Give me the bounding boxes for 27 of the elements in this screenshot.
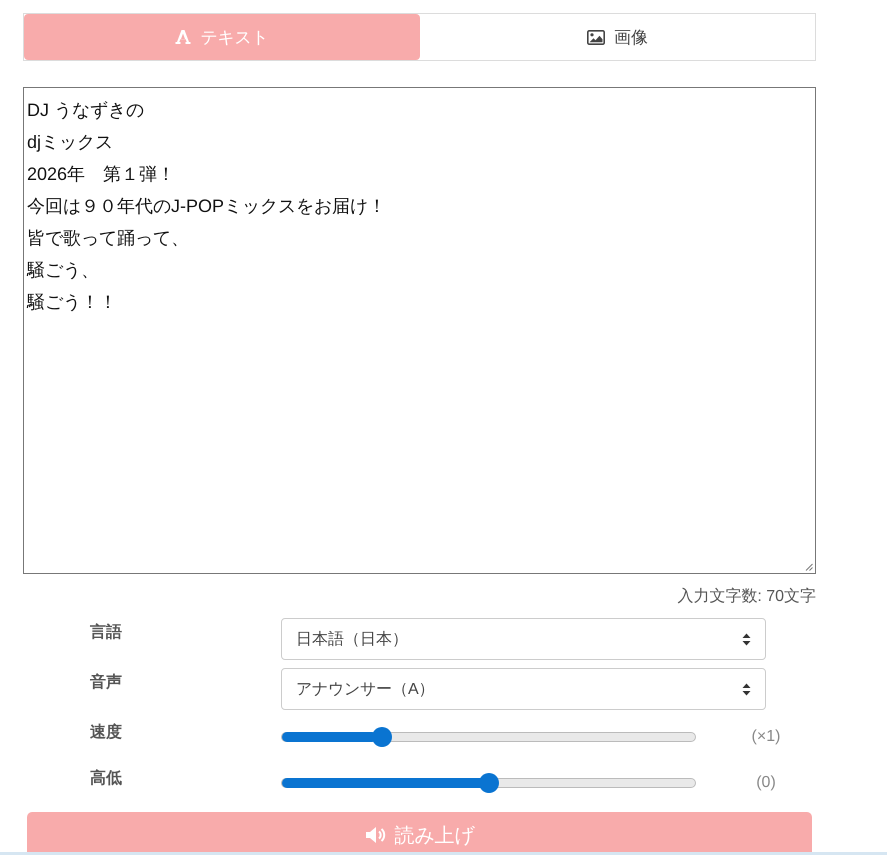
image-icon — [586, 30, 605, 44]
text-input-field[interactable]: DJ うなずきの djミックス 2026年 第１弾！ 今回は９０年代のJ-POPミックスをお届け！ 皆で歌って踊って、 騒ごう、 騒ごう！！ — [23, 87, 816, 574]
text-line: djミックス — [27, 131, 114, 154]
dropdown[interactable]: 日本語（日本） — [281, 618, 766, 660]
slider-value: (×1) — [750, 728, 782, 746]
text-line: DJ うなずきの — [27, 99, 144, 122]
slider-thumb[interactable] — [372, 727, 392, 747]
setting-label: 速度 — [89, 722, 123, 743]
slider-thumb[interactable] — [478, 773, 498, 793]
slider[interactable] — [281, 727, 696, 747]
setting-label: 高低 — [89, 768, 123, 789]
character-count: 入力文字数: 70文字 — [676, 586, 816, 607]
setting-label: 音声 — [89, 672, 123, 693]
text-line: 今回は９０年代のJ-POPミックスをお届け！ — [27, 195, 386, 218]
speaker-icon — [364, 826, 386, 844]
sort-caret-icon — [742, 632, 751, 646]
text-line: 皆で歌って踊って、 — [27, 227, 189, 250]
resize-grip-icon[interactable] — [805, 563, 813, 571]
font-icon — [175, 29, 192, 45]
setting-label: 言語 — [89, 622, 123, 643]
slider-value: (0) — [755, 774, 777, 792]
slider[interactable] — [281, 773, 696, 793]
dropdown[interactable]: アナウンサー（A） — [281, 668, 766, 710]
text-line: 騒ごう！！ — [27, 291, 117, 314]
sort-caret-icon — [742, 682, 751, 696]
text-line: 2026年 第１弾！ — [27, 163, 176, 186]
text-line: 騒ごう、 — [27, 259, 99, 282]
